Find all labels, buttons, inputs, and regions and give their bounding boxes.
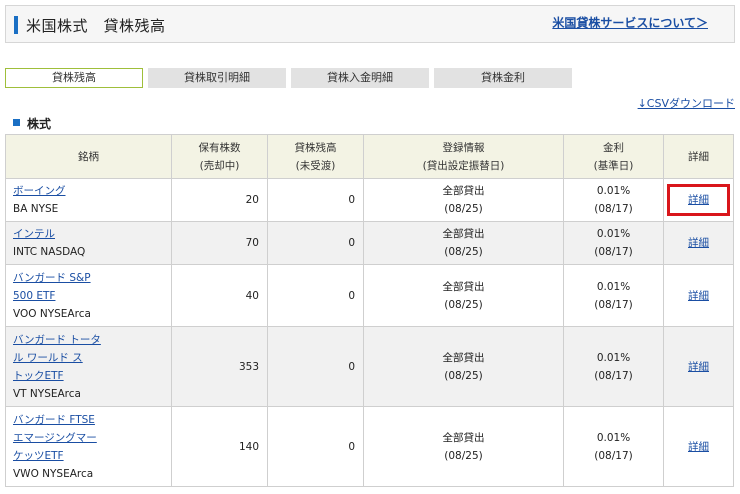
- col-header-loan-balance: 貸株残高 (未受渡): [267, 134, 364, 179]
- cell-registration: 全部貸出 (08/25): [363, 326, 564, 407]
- rate-value: 0.01%: [596, 431, 631, 444]
- tab-loan-transactions[interactable]: 貸株取引明細: [148, 68, 286, 88]
- cell-stock: バンガード FTSE エマージングマー ケッツETF VWO NYSEArca: [5, 406, 172, 487]
- cell-stock: バンガード トータル ワールド ストックETF VT NYSEArca: [5, 326, 172, 407]
- table-row: バンガード S&P 500 ETF VOO NYSEArca 40 0 全部貸出 (08/2…: [5, 264, 734, 327]
- cell-detail: 詳細: [663, 264, 734, 327]
- table-row: ボーイング BA NYSE 20 0 全部貸出 (08/25) 0.01% (08/17) 詳細: [5, 178, 734, 222]
- detail-link[interactable]: 詳細: [688, 194, 709, 206]
- rate-date: (08/17): [594, 449, 633, 462]
- registration-date: (08/25): [444, 246, 483, 258]
- cell-loan-balance: 0: [267, 221, 364, 265]
- ticker-market: INTC NASDAQ: [13, 246, 86, 258]
- cell-rate: 0.01% (08/17): [563, 264, 664, 327]
- cell-rate: 0.01% (08/17): [563, 406, 664, 487]
- cell-shares: 140: [171, 406, 268, 487]
- cell-rate: 0.01% (08/17): [563, 221, 664, 265]
- cell-rate: 0.01% (08/17): [563, 326, 664, 407]
- table-body: ボーイング BA NYSE 20 0 全部貸出 (08/25) 0.01% (08/17) 詳細…: [5, 178, 734, 487]
- holdings-table: 銘柄 保有株数 (売却中) 貸株残高 (未受渡) 登録情報 (貸出設定振替日) 金利(…: [5, 134, 734, 487]
- page-title: 米国株式 貸株残高: [26, 17, 166, 35]
- cell-shares: 353: [171, 326, 268, 407]
- ticker-market: VWO NYSEArca: [13, 467, 94, 480]
- rate-date: (08/17): [594, 369, 633, 382]
- cell-loan-balance: 0: [267, 264, 364, 327]
- tab-loan-balance[interactable]: 貸株残高: [5, 68, 143, 88]
- rate-date: (08/17): [594, 246, 633, 258]
- registration-date: (08/25): [444, 298, 483, 311]
- cell-detail: 詳細: [663, 326, 734, 407]
- table-header-row: 銘柄 保有株数 (売却中) 貸株残高 (未受渡) 登録情報 (貸出設定振替日) 金利(…: [5, 134, 734, 179]
- cell-stock: バンガード S&P 500 ETF VOO NYSEArca: [5, 264, 172, 327]
- stock-name-link[interactable]: ル ワールド ス: [13, 349, 171, 367]
- rate-date: (08/17): [594, 203, 633, 215]
- about-service-link[interactable]: 米国貸株サービスについて＞: [552, 14, 708, 31]
- section-title: 株式: [27, 117, 52, 131]
- registration-date: (08/25): [444, 203, 483, 215]
- title-accent-bar: [14, 16, 18, 34]
- square-bullet-icon: [13, 119, 20, 126]
- table-row: インテル INTC NASDAQ 70 0 全部貸出 (08/25) 0.01% (08/17…: [5, 221, 734, 265]
- rate-date: (08/17): [594, 298, 633, 311]
- col-header-detail: 詳細: [663, 134, 734, 179]
- stock-name-link[interactable]: バンガード トータ: [13, 331, 171, 349]
- highlight-box: 詳細: [667, 184, 730, 216]
- detail-link[interactable]: 詳細: [688, 290, 709, 302]
- stock-name-link[interactable]: エマージングマー: [13, 429, 171, 447]
- cell-shares: 20: [171, 178, 268, 222]
- table-row: バンガード トータル ワールド ストックETF VT NYSEArca 353 0 全部…: [5, 326, 734, 407]
- cell-loan-balance: 0: [267, 178, 364, 222]
- cell-rate: 0.01% (08/17): [563, 178, 664, 222]
- cell-loan-balance: 0: [267, 406, 364, 487]
- registration-status: 全部貸出: [442, 431, 485, 444]
- registration-date: (08/25): [444, 449, 483, 462]
- col-header-shares: 保有株数 (売却中): [171, 134, 268, 179]
- detail-link[interactable]: 詳細: [688, 441, 709, 453]
- registration-status: 全部貸出: [442, 185, 485, 197]
- stock-name-link[interactable]: インテル: [13, 225, 171, 243]
- rate-value: 0.01%: [596, 280, 631, 293]
- stock-name-link[interactable]: バンガード FTSE: [13, 411, 171, 429]
- stock-name-link[interactable]: トックETF: [13, 367, 171, 385]
- cell-shares: 70: [171, 221, 268, 265]
- cell-stock: ボーイング BA NYSE: [5, 178, 172, 222]
- csv-download-link[interactable]: ↓CSVダウンロード: [638, 95, 735, 111]
- page-header: 米国株式 貸株残高 米国貸株サービスについて＞: [5, 5, 735, 43]
- registration-status: 全部貸出: [442, 280, 485, 293]
- stock-name-link[interactable]: バンガード S&P: [13, 269, 171, 287]
- registration-status: 全部貸出: [442, 351, 485, 364]
- col-header-registration: 登録情報 (貸出設定振替日): [363, 134, 564, 179]
- tab-loan-deposits[interactable]: 貸株入金明細: [291, 68, 429, 88]
- cell-registration: 全部貸出 (08/25): [363, 264, 564, 327]
- rate-value: 0.01%: [596, 228, 631, 240]
- detail-link[interactable]: 詳細: [688, 361, 709, 373]
- stock-name-link[interactable]: ケッツETF: [13, 447, 171, 465]
- cell-stock: インテル INTC NASDAQ: [5, 221, 172, 265]
- stock-name-link[interactable]: ボーイング: [13, 182, 171, 200]
- cell-shares: 40: [171, 264, 268, 327]
- cell-registration: 全部貸出 (08/25): [363, 406, 564, 487]
- cell-loan-balance: 0: [267, 326, 364, 407]
- cell-detail: 詳細: [663, 406, 734, 487]
- ticker-market: BA NYSE: [13, 203, 59, 215]
- detail-link[interactable]: 詳細: [688, 237, 709, 249]
- cell-detail: 詳細: [663, 221, 734, 265]
- stock-name-link[interactable]: 500 ETF: [13, 287, 171, 305]
- cell-registration: 全部貸出 (08/25): [363, 221, 564, 265]
- rate-value: 0.01%: [596, 185, 631, 197]
- cell-registration: 全部貸出 (08/25): [363, 178, 564, 222]
- cell-detail: 詳細: [663, 178, 734, 222]
- col-header-rate: 金利 (基準日): [563, 134, 664, 179]
- ticker-market: VOO NYSEArca: [13, 307, 91, 320]
- registration-status: 全部貸出: [442, 228, 485, 240]
- table-row: バンガード FTSE エマージングマー ケッツETF VWO NYSEArca 140 0…: [5, 406, 734, 487]
- tab-loan-rates[interactable]: 貸株金利: [434, 68, 572, 88]
- col-header-name: 銘柄: [5, 134, 172, 179]
- registration-date: (08/25): [444, 369, 483, 382]
- ticker-market: VT NYSEArca: [13, 387, 81, 400]
- rate-value: 0.01%: [596, 351, 631, 364]
